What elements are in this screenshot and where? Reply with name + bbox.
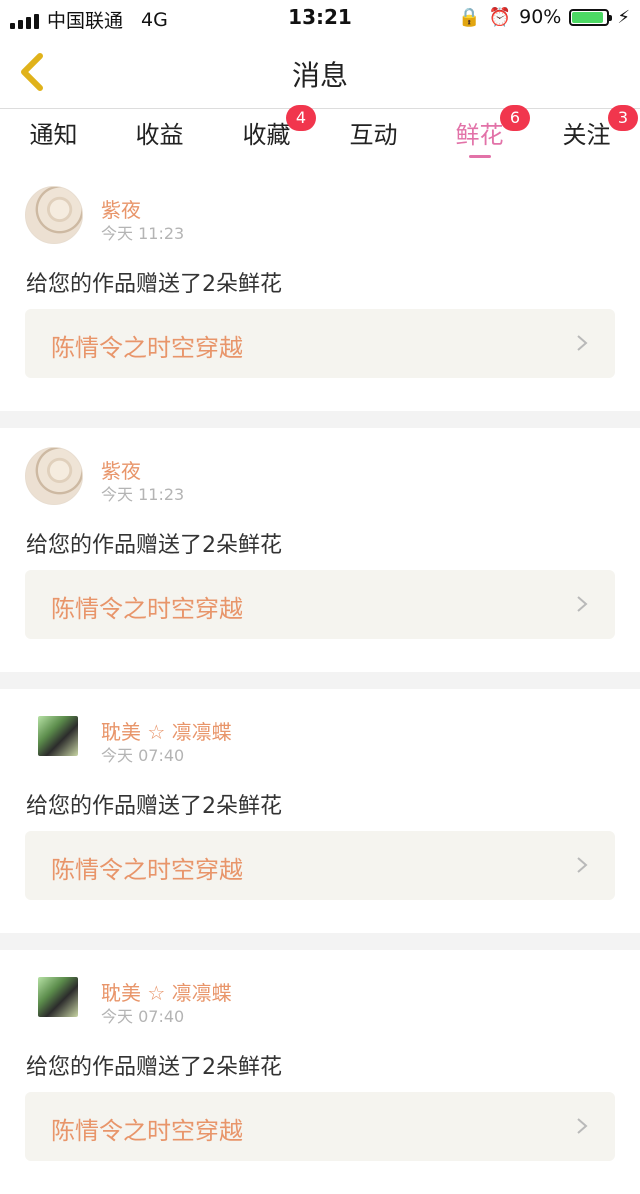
page-title: 消息 [291, 59, 348, 92]
message-text: 给您的作品赠送了2朵鲜花 [26, 533, 282, 558]
tab-notifications[interactable]: 通知 [0, 115, 107, 150]
work-link[interactable]: 陈情令之时空穿越 [25, 1092, 615, 1161]
avatar[interactable] [25, 186, 83, 244]
chevron-right-icon [577, 335, 588, 351]
tab-favorites[interactable]: 收藏 4 [213, 105, 320, 150]
divider [0, 672, 640, 689]
list-item: 紫夜 今天 11:23 给您的作品赠送了2朵鲜花 陈情令之时空穿越 [0, 428, 640, 672]
timestamp: 今天 11:23 [101, 485, 185, 504]
list-item: 紫夜 今天 11:23 给您的作品赠送了2朵鲜花 陈情令之时空穿越 [0, 167, 640, 411]
tab-flowers[interactable]: 鲜花 6 [426, 105, 533, 158]
timestamp: 今天 11:23 [101, 224, 185, 243]
tab-bar: 通知 收益 收藏 4 互动 鲜花 6 关注 3 [0, 105, 640, 167]
battery-icon [569, 8, 613, 26]
alarm-icon: ⏰ [488, 6, 512, 28]
chevron-right-icon [577, 857, 588, 873]
sender-name[interactable]: 紫夜 [101, 194, 141, 223]
avatar[interactable] [38, 977, 78, 1017]
chevron-right-icon [577, 596, 588, 612]
timestamp: 今天 07:40 [101, 1007, 185, 1026]
tab-indicator [469, 155, 491, 158]
work-title: 陈情令之时空穿越 [51, 334, 243, 362]
status-bar: 中国联通 4G 13:21 🔒 ⏰ 90% ⚡ [0, 0, 640, 36]
unread-badge: 4 [286, 105, 316, 131]
charging-icon: ⚡ [617, 6, 630, 28]
tab-label: 鲜花 [455, 121, 504, 149]
message-text: 给您的作品赠送了2朵鲜花 [26, 272, 282, 297]
work-link[interactable]: 陈情令之时空穿越 [25, 831, 615, 900]
tab-follows[interactable]: 关注 3 [533, 105, 640, 150]
divider [0, 411, 640, 428]
nav-header: 消息 [0, 36, 640, 109]
sender-name[interactable]: 耽美 ☆ 凛凛蝶 [101, 977, 232, 1006]
work-link[interactable]: 陈情令之时空穿越 [25, 309, 615, 378]
work-title: 陈情令之时空穿越 [51, 1117, 243, 1145]
unread-badge: 3 [608, 105, 638, 131]
chevron-right-icon [577, 1118, 588, 1134]
timestamp: 今天 07:40 [101, 746, 185, 765]
tab-label: 关注 [562, 121, 611, 149]
sender-name[interactable]: 紫夜 [101, 455, 141, 484]
battery-percent: 90% [519, 6, 562, 28]
tab-label: 通知 [29, 121, 78, 149]
avatar[interactable] [25, 447, 83, 505]
avatar[interactable] [38, 716, 78, 756]
work-link[interactable]: 陈情令之时空穿越 [25, 570, 615, 639]
tab-earnings[interactable]: 收益 [106, 115, 213, 150]
list-item: 耽美 ☆ 凛凛蝶 今天 07:40 给您的作品赠送了2朵鲜花 陈情令之时空穿越 [0, 689, 640, 933]
tab-label: 收藏 [242, 121, 291, 149]
work-title: 陈情令之时空穿越 [51, 856, 243, 884]
message-list: 紫夜 今天 11:23 给您的作品赠送了2朵鲜花 陈情令之时空穿越 紫夜 今天 … [0, 167, 640, 1194]
tab-label: 收益 [135, 121, 184, 149]
message-text: 给您的作品赠送了2朵鲜花 [26, 794, 282, 819]
unread-badge: 6 [500, 105, 530, 131]
tab-label: 互动 [349, 121, 398, 149]
divider [0, 933, 640, 950]
list-item: 耽美 ☆ 凛凛蝶 今天 07:40 给您的作品赠送了2朵鲜花 陈情令之时空穿越 [0, 950, 640, 1194]
sender-name[interactable]: 耽美 ☆ 凛凛蝶 [101, 716, 232, 745]
rotation-lock-icon: 🔒 [458, 6, 481, 28]
work-title: 陈情令之时空穿越 [51, 595, 243, 623]
message-text: 给您的作品赠送了2朵鲜花 [26, 1055, 282, 1080]
tab-interactions[interactable]: 互动 [320, 115, 427, 150]
